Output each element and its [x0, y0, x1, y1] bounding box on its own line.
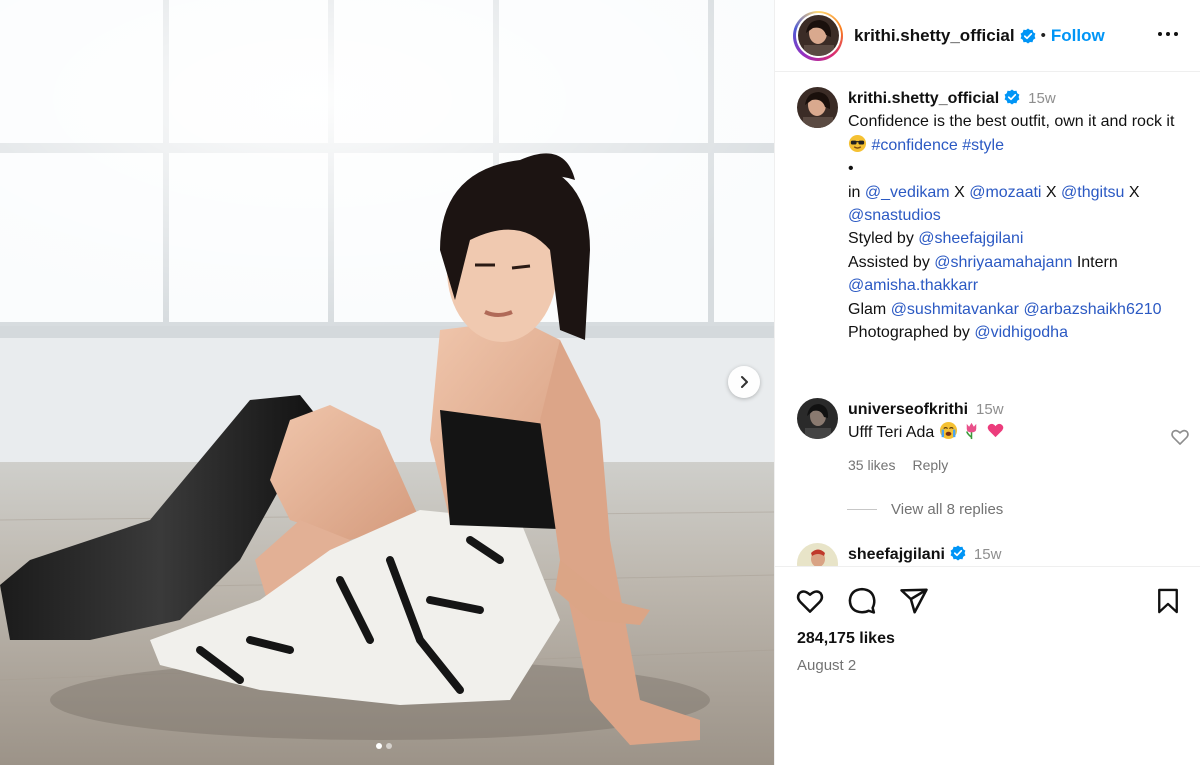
- more-options-icon[interactable]: [1154, 22, 1182, 46]
- view-replies-button[interactable]: View all 8 replies: [847, 501, 1003, 518]
- share-icon: [900, 588, 928, 614]
- post-photo: [0, 0, 774, 765]
- caption-text-segment: Assisted by: [848, 253, 930, 271]
- view-replies-label: View all 8 replies: [891, 501, 1004, 518]
- header-username[interactable]: krithi.shetty_official: [854, 26, 1015, 46]
- comment-icon: [848, 587, 876, 614]
- mention-link[interactable]: @amisha.thakkarr: [848, 277, 978, 294]
- carousel-dot: [386, 743, 392, 749]
- share-button[interactable]: [897, 584, 931, 618]
- mention-link[interactable]: @sushmitavankar: [891, 301, 1019, 318]
- hashtag-link[interactable]: #style: [962, 137, 1004, 154]
- comment-body: sheefajgilani 15w: [848, 543, 1001, 566]
- comment-item: sheefajgilani 15w: [797, 543, 1001, 566]
- header-separator: •: [1040, 27, 1046, 44]
- comment-likes-count[interactable]: 35 likes: [848, 457, 895, 473]
- caption-text: krithi.shetty_official 15w Confidence is …: [848, 87, 1188, 344]
- caption-bullet: •: [848, 160, 854, 178]
- avatar[interactable]: [797, 398, 838, 439]
- story-ring-avatar[interactable]: [793, 10, 843, 61]
- chevron-right-icon: [741, 376, 748, 388]
- mention-link[interactable]: @_vedikam: [865, 184, 950, 201]
- likes-count[interactable]: 284,175 likes: [797, 630, 895, 648]
- caption-username[interactable]: krithi.shetty_official: [848, 90, 999, 107]
- avatar[interactable]: [797, 543, 838, 566]
- heart-icon: [796, 590, 824, 613]
- emoji-crying-face-icon: [939, 421, 957, 440]
- caption-text-segment: in: [848, 183, 861, 201]
- avatar: [797, 15, 839, 56]
- comments-section[interactable]: krithi.shetty_official 15w Confidence is …: [775, 73, 1200, 566]
- emoji-pink-heart-icon: [987, 423, 1004, 438]
- mention-link[interactable]: @thgitsu: [1061, 184, 1124, 201]
- comment-body: universeofkrithi 15w Ufff Teri Ada 35 lik…: [848, 398, 1005, 477]
- caption-text-segment: X: [1045, 183, 1057, 201]
- emoji-tulip-icon: [966, 422, 977, 440]
- mention-link[interactable]: @sheefajgilani: [918, 230, 1023, 247]
- caption-line1: Confidence is the best outfit, own it an…: [848, 113, 1175, 131]
- action-icons: [793, 584, 1183, 618]
- comment-timestamp[interactable]: 15w: [974, 546, 1002, 563]
- mention-link[interactable]: @arbazshaikh6210: [1023, 301, 1161, 318]
- post-date[interactable]: August 2: [797, 657, 856, 674]
- caption-text-segment: Intern: [1076, 253, 1118, 271]
- post-media[interactable]: [0, 0, 774, 765]
- carousel-dot: [376, 743, 382, 749]
- emoji-sunglasses-icon: [848, 134, 867, 152]
- caption-text-segment: X: [1128, 183, 1140, 201]
- comment-username[interactable]: universeofkrithi: [848, 401, 968, 418]
- caption-timestamp[interactable]: 15w: [1028, 90, 1056, 107]
- avatar[interactable]: [797, 87, 838, 128]
- caption-text-segment: Photographed by: [848, 324, 970, 342]
- verified-badge-icon: [1004, 89, 1020, 105]
- like-button[interactable]: [793, 584, 827, 618]
- reply-button[interactable]: Reply: [912, 457, 948, 473]
- caption-text-segment: Glam: [848, 300, 887, 318]
- caption: krithi.shetty_official 15w Confidence is …: [797, 87, 1188, 344]
- carousel-indicator: [376, 743, 392, 749]
- mention-link[interactable]: @vidhigodha: [974, 324, 1068, 341]
- comment-text: Ufff Teri Ada: [848, 424, 935, 441]
- save-button[interactable]: [1151, 584, 1185, 618]
- comment-timestamp[interactable]: 15w: [976, 401, 1004, 418]
- caption-text-segment: Styled by: [848, 230, 914, 248]
- divider: [847, 509, 877, 510]
- verified-badge-icon: [1020, 28, 1036, 43]
- mention-link[interactable]: @shriyaamahajann: [934, 254, 1072, 271]
- heart-icon[interactable]: [1170, 427, 1190, 447]
- mention-link[interactable]: @mozaati: [969, 184, 1041, 201]
- post-details-panel: krithi.shetty_official • Follow krithi.s…: [774, 0, 1200, 765]
- post-header: krithi.shetty_official • Follow: [775, 0, 1200, 72]
- verified-badge-icon: [950, 545, 966, 561]
- follow-button[interactable]: Follow: [1051, 26, 1105, 46]
- comment-meta: 35 likes Reply: [848, 454, 1005, 477]
- bookmark-icon: [1158, 588, 1178, 614]
- hashtag-link[interactable]: #confidence: [871, 137, 957, 154]
- instagram-post-view: krithi.shetty_official • Follow krithi.s…: [0, 0, 1200, 765]
- comment-username[interactable]: sheefajgilani: [848, 546, 945, 563]
- post-actions: 284,175 likes August 2: [775, 566, 1200, 765]
- caption-text-segment: X: [954, 183, 965, 201]
- carousel-next-button[interactable]: [728, 366, 760, 398]
- comment-button[interactable]: [845, 584, 879, 618]
- mention-link[interactable]: @snastudios: [848, 207, 941, 224]
- comment-item: universeofkrithi 15w Ufff Teri Ada 35 lik…: [797, 398, 1005, 477]
